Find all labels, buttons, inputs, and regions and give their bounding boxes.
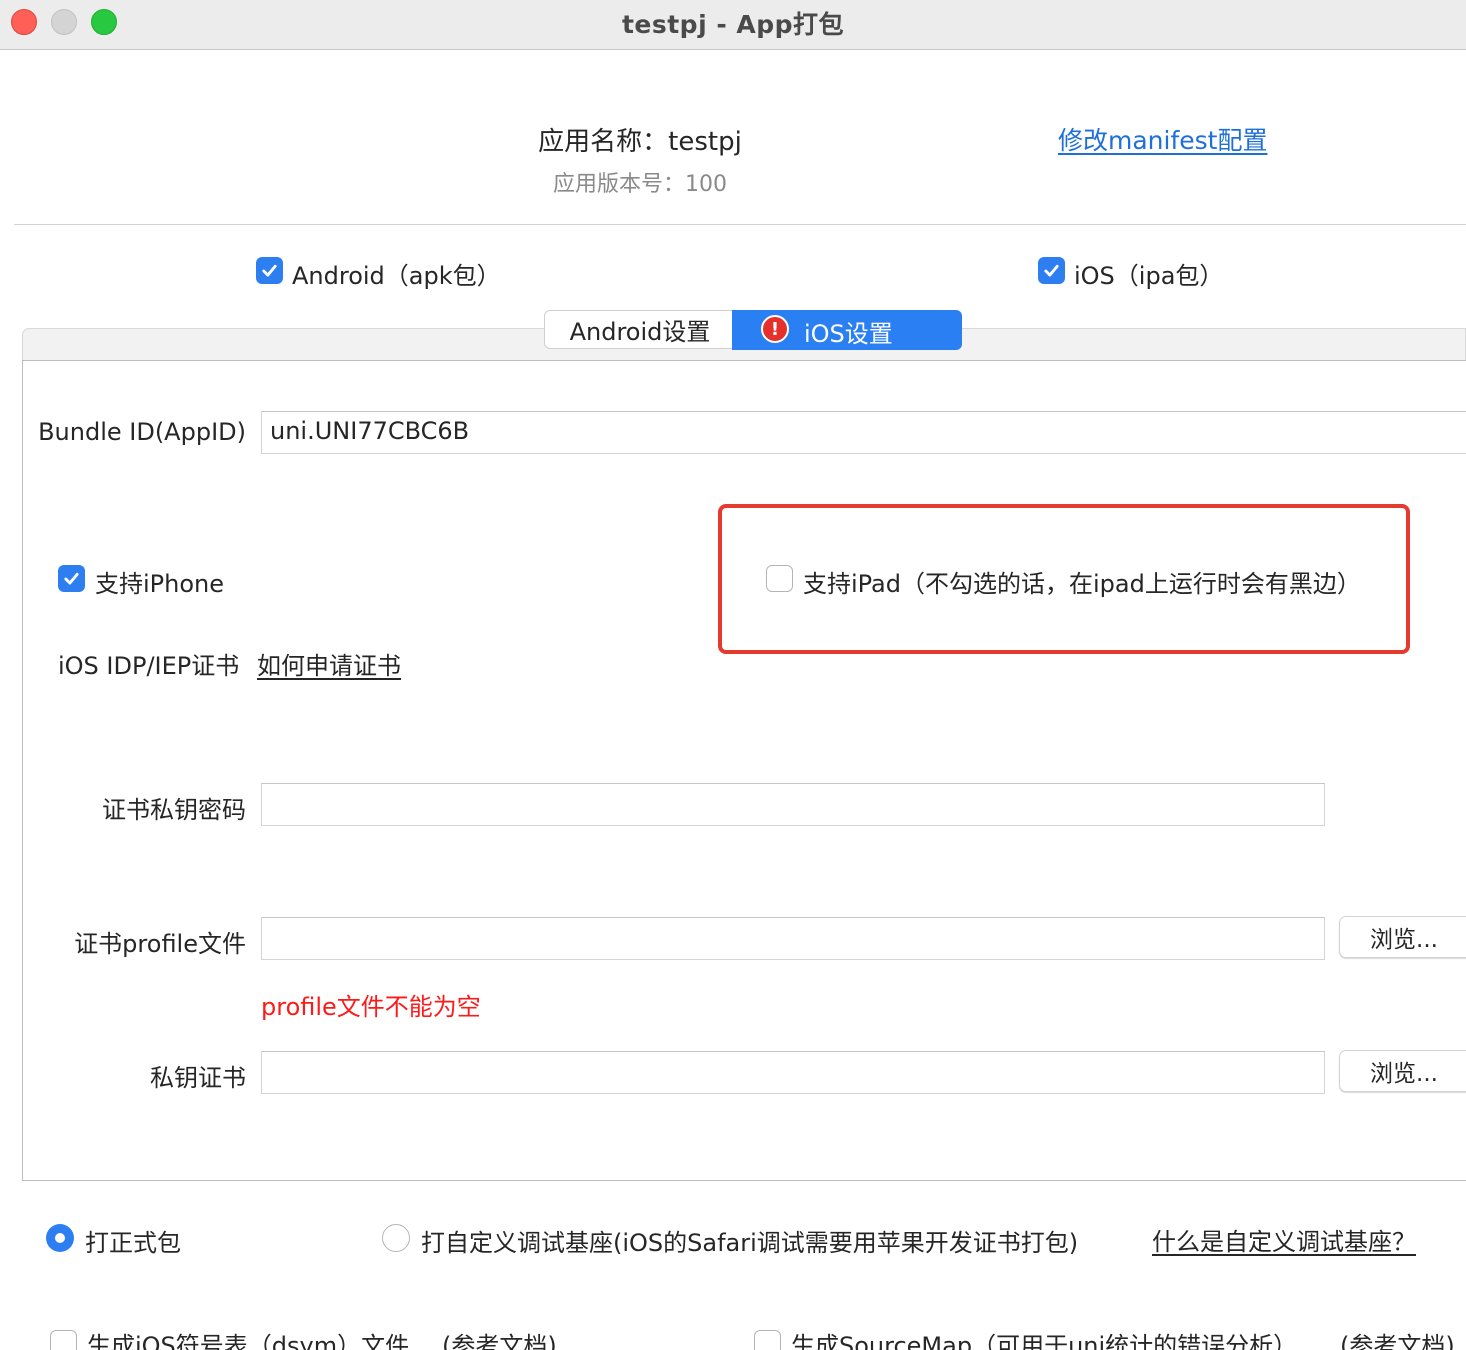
custom-base-radio[interactable] <box>382 1224 410 1252</box>
bundle-id-input[interactable]: uni.UNI77CBC6B <box>261 411 1466 454</box>
dsym-label: 生成iOS符号表（dsym）文件 <box>87 1332 410 1350</box>
private-key-input[interactable] <box>261 1051 1325 1094</box>
title-bar: testpj - App打包 <box>0 0 1466 50</box>
browse-profile-button[interactable]: 浏览... <box>1339 916 1466 958</box>
browse-profile-label: 浏览... <box>1370 927 1438 953</box>
custom-base-help-link[interactable]: 什么是自定义调试基座？ <box>1152 1222 1416 1257</box>
sourcemap-label: 生成SourceMap（可用于uni统计的错误分析） <box>791 1332 1298 1350</box>
sourcemap-checkbox[interactable] <box>754 1330 781 1350</box>
app-version: 应用版本号：100 <box>553 172 727 197</box>
profile-error-message: profile文件不能为空 <box>261 993 481 1021</box>
ios-certificate-label: iOS IDP/IEP证书 <box>58 652 240 680</box>
checkmark-icon <box>1044 264 1059 277</box>
bundle-id-label: Bundle ID(AppID) <box>38 418 246 446</box>
window-title: testpj - App打包 <box>621 10 845 39</box>
cert-password-input[interactable] <box>261 783 1325 826</box>
android-checkbox[interactable] <box>256 257 283 284</box>
dsym-doc-link[interactable]: (参考文档) <box>442 1326 557 1350</box>
tab-ios-label: iOS设置 <box>804 320 893 348</box>
tab-android-label: Android设置 <box>569 318 711 346</box>
profile-file-input[interactable] <box>261 917 1325 960</box>
ios-checkbox[interactable] <box>1038 257 1065 284</box>
dsym-checkbox[interactable] <box>50 1330 77 1350</box>
sourcemap-doc-link[interactable]: (参考文档) <box>1340 1326 1455 1350</box>
edit-manifest-link[interactable]: 修改manifest配置 <box>1058 121 1267 157</box>
app-name: 应用名称：testpj <box>538 127 742 157</box>
checkmark-icon <box>64 572 79 585</box>
profile-file-label: 证书profile文件 <box>74 930 246 958</box>
error-icon: ! <box>761 315 789 343</box>
ios-checkbox-label: iOS（ipa包） <box>1074 262 1224 290</box>
header-divider <box>14 224 1466 225</box>
how-to-apply-certificate-link[interactable]: 如何申请证书 <box>257 646 401 681</box>
release-build-label: 打正式包 <box>85 1229 181 1257</box>
browse-key-label: 浏览... <box>1370 1061 1438 1087</box>
support-ipad-label: 支持iPad（不勾选的话，在ipad上运行时会有黑边） <box>803 570 1361 598</box>
android-checkbox-label: Android（apk包） <box>292 262 501 290</box>
tab-android-settings[interactable]: Android设置 <box>544 310 736 349</box>
private-key-label: 私钥证书 <box>150 1064 246 1092</box>
tab-ios-settings[interactable]: ! iOS设置 <box>732 310 962 350</box>
checkmark-icon <box>262 264 277 277</box>
release-build-radio[interactable] <box>46 1224 74 1252</box>
support-ipad-checkbox[interactable] <box>766 565 793 592</box>
support-iphone-checkbox[interactable] <box>58 565 85 592</box>
cert-password-label: 证书私钥密码 <box>102 796 246 824</box>
support-iphone-label: 支持iPhone <box>95 570 225 598</box>
browse-key-button[interactable]: 浏览... <box>1339 1050 1466 1092</box>
custom-base-label: 打自定义调试基座(iOS的Safari调试需要用苹果开发证书打包) <box>421 1229 1079 1257</box>
